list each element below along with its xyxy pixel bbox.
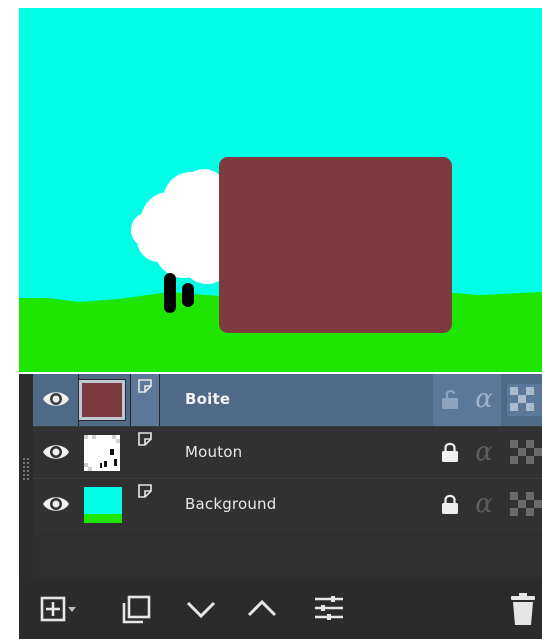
layer-row-background[interactable]: Background α <box>33 478 542 531</box>
inherit-alpha-clip-icon[interactable] <box>137 377 155 395</box>
layer-name-boite[interactable]: Boite <box>185 390 230 408</box>
inherit-alpha-clip-icon[interactable] <box>137 430 155 448</box>
lock-icon[interactable] <box>439 493 461 515</box>
visibility-eye-icon[interactable] <box>41 493 71 515</box>
transparency-checker-icon[interactable] <box>507 437 542 469</box>
layer-thumbnail <box>84 487 122 523</box>
unlock-icon[interactable] <box>439 388 461 410</box>
layer-thumbnail <box>84 435 120 471</box>
layer-row-boite[interactable]: Boite α <box>33 374 542 426</box>
dropdown-icon <box>68 607 76 612</box>
layer-name-background[interactable]: Background <box>185 495 277 513</box>
panel-resize-grip[interactable] <box>19 374 33 579</box>
alpha-lock-icon[interactable]: α <box>470 386 498 412</box>
transparency-checker-icon[interactable] <box>507 489 542 521</box>
layers-toolbar <box>19 579 542 639</box>
duplicate-layer-button[interactable] <box>119 591 159 627</box>
move-layer-down-button[interactable] <box>181 591 221 627</box>
move-layer-up-button[interactable] <box>242 591 282 627</box>
layers-panel: Boite α Mouton α Background α <box>19 374 542 639</box>
add-layer-button[interactable] <box>39 591 79 627</box>
box-shape <box>219 157 452 333</box>
drawing-canvas[interactable] <box>19 8 542 372</box>
inherit-alpha-clip-icon[interactable] <box>137 482 155 500</box>
layer-row-mouton[interactable]: Mouton α <box>33 426 542 479</box>
layer-name-mouton[interactable]: Mouton <box>185 443 242 461</box>
lock-icon[interactable] <box>439 441 461 463</box>
alpha-lock-icon[interactable]: α <box>470 491 498 517</box>
layer-thumbnail <box>78 379 126 421</box>
layer-list-empty-area[interactable] <box>33 530 542 580</box>
visibility-eye-icon[interactable] <box>41 388 71 410</box>
layer-properties-button[interactable] <box>309 591 349 627</box>
delete-layer-button[interactable] <box>505 591 542 627</box>
transparency-checker-icon[interactable] <box>507 384 542 416</box>
alpha-lock-icon[interactable]: α <box>470 439 498 465</box>
visibility-eye-icon[interactable] <box>41 441 71 463</box>
